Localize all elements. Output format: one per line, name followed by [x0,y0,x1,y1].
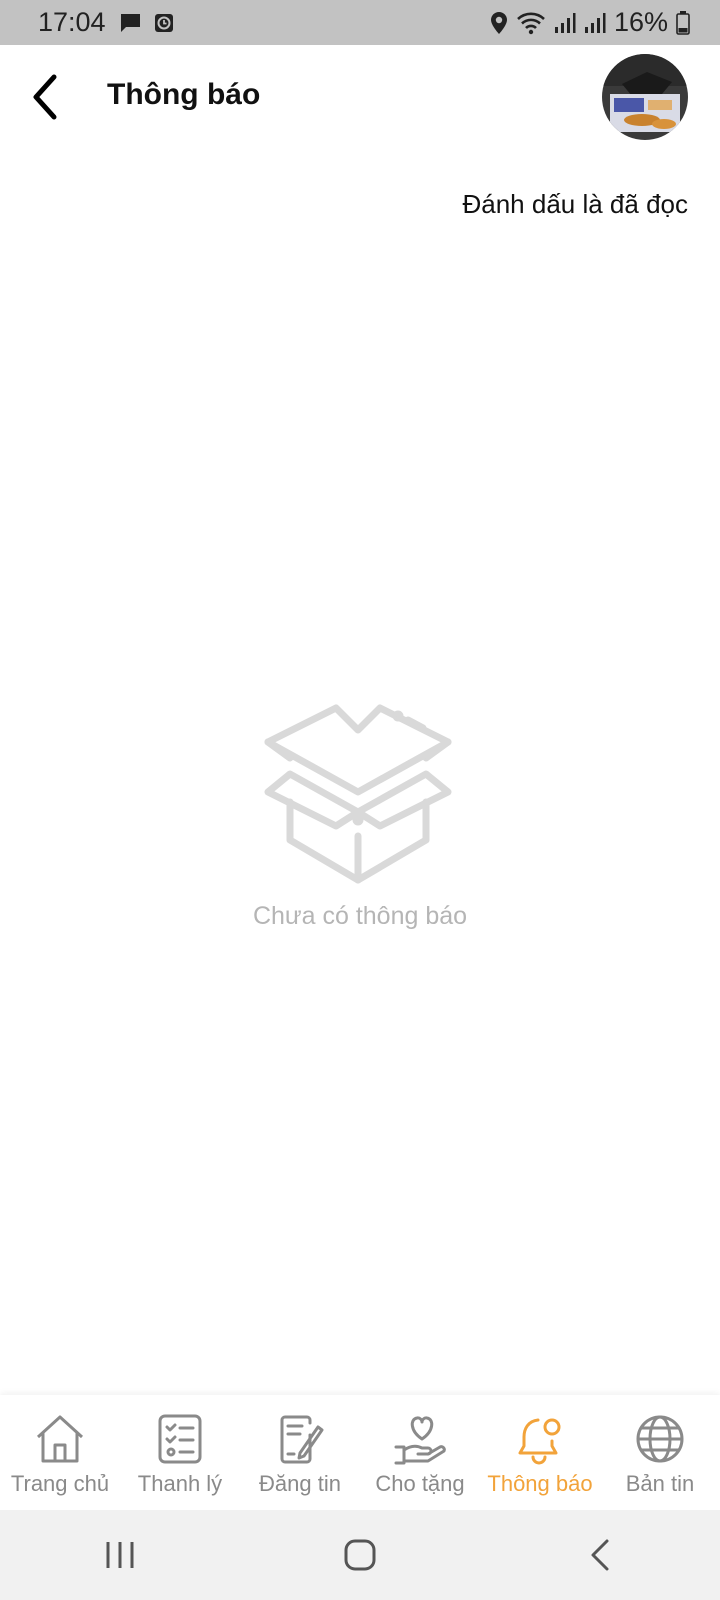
home-icon [36,1415,84,1463]
status-bar: 17:04 16% [0,0,720,45]
nav-item-home[interactable]: Trang chủ [0,1395,120,1510]
chevron-left-icon [33,74,57,120]
back-button[interactable] [22,69,68,125]
recent-apps-icon [106,1542,134,1568]
nav-item-donate[interactable]: Cho tặng [360,1395,480,1510]
signal-icon [554,12,576,34]
nav-item-liquidation[interactable]: Thanh lý [120,1395,240,1510]
nav-label-donate: Cho tặng [375,1471,465,1496]
bell-icon [518,1418,561,1465]
edit-document-icon [280,1415,324,1464]
nav-item-notifications[interactable]: Thông báo [480,1395,600,1510]
nav-label-home: Trang chủ [10,1471,110,1496]
status-time: 17:04 [38,7,106,37]
system-nav-bar [0,1510,720,1600]
bottom-nav: Trang chủ Thanh lý Đăng tin Cho tặng Thô… [0,1395,720,1510]
empty-state-message: Chưa có thông báo [252,902,468,930]
wifi-icon [516,11,546,35]
page-title: Thông báo [107,78,261,111]
nav-label-notifications: Thông báo [487,1471,593,1496]
home-system-button[interactable] [320,1525,400,1585]
battery-icon [676,10,690,35]
clock-app-icon [154,13,174,33]
system-back-button[interactable] [560,1525,640,1585]
home-circle-icon [344,1539,376,1571]
nav-item-post[interactable]: Đăng tin [240,1395,360,1510]
battery-percent: 16% [613,7,668,37]
heart-hand-icon [394,1416,446,1465]
signal-icon-2 [584,12,606,34]
back-arrow-icon [591,1539,609,1571]
nav-item-news[interactable]: Bản tin [600,1395,720,1510]
app-header: Thông báo [0,45,720,150]
avatar[interactable] [602,54,688,140]
nav-label-post: Đăng tin [259,1471,341,1496]
open-box-icon [258,700,458,890]
globe-icon [636,1415,684,1463]
recent-apps-button[interactable] [80,1525,160,1585]
nav-label-liquidation: Thanh lý [137,1471,223,1496]
message-icon [118,12,142,34]
checklist-icon [158,1414,202,1464]
location-icon [490,11,508,35]
mark-all-read-button[interactable]: Đánh dấu là đã đọc [462,189,688,220]
nav-label-news: Bản tin [625,1471,695,1496]
